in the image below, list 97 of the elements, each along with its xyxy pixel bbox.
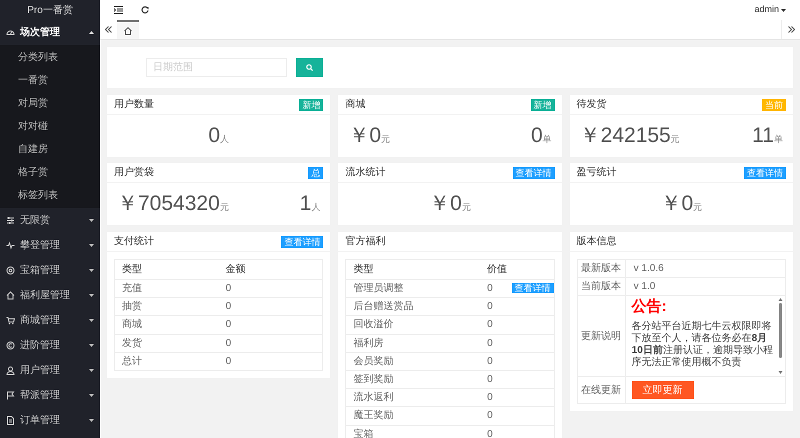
- sliders-icon: [6, 216, 15, 225]
- sidebar-submenu-item[interactable]: 对对碰: [0, 115, 100, 138]
- app-title: Pro一番赏: [26, 4, 74, 18]
- home-icon: [124, 26, 132, 34]
- user-menu[interactable]: admin: [754, 3, 786, 17]
- ring-icon: [6, 266, 15, 275]
- row-label: 当前版本: [577, 278, 626, 296]
- pulse-icon: [6, 241, 15, 250]
- table-cell: 会员奖励: [346, 352, 480, 370]
- column-header: 价值: [480, 260, 508, 280]
- column-header: 类型: [114, 260, 219, 280]
- table-cell: 0: [480, 352, 508, 370]
- search-icon: [306, 64, 313, 71]
- table-cell: 0: [480, 370, 508, 389]
- table-cell: 0: [480, 388, 508, 407]
- table-cell: 0: [218, 334, 323, 352]
- table-cell: 0: [480, 406, 508, 425]
- column-header: 金额: [218, 260, 323, 280]
- sidebar-submenu-item[interactable]: 自建房: [0, 138, 100, 161]
- card-title: 官方福利: [345, 234, 386, 249]
- table-cell: 0: [480, 316, 508, 334]
- card-title: 用户赏袋: [114, 166, 154, 180]
- sidebar-submenu-item[interactable]: 分类列表: [0, 46, 100, 69]
- row-label: 更新说明: [577, 296, 626, 376]
- table-cell: 管理员调整: [346, 280, 480, 298]
- row-label: 最新版本: [577, 260, 626, 278]
- table-cell: 0: [218, 298, 323, 316]
- home-tab[interactable]: [117, 20, 139, 39]
- table-cell: 回收溢价: [346, 316, 480, 334]
- table-cell: 总计: [114, 352, 219, 370]
- card-title: 版本信息: [576, 234, 617, 249]
- user-icon: [6, 366, 15, 375]
- sidebar-menu-item[interactable]: 无限赏: [0, 208, 100, 233]
- table-cell: 商城: [114, 316, 219, 334]
- sidebar-menu-item[interactable]: 宝箱管理: [0, 258, 100, 283]
- table-cell: 发货: [114, 334, 219, 352]
- copyright-icon: [6, 341, 15, 350]
- stat-value: ￥242155元: [580, 123, 680, 150]
- sidebar-menu-item[interactable]: 商城管理: [0, 308, 100, 333]
- gauge-icon: [6, 28, 15, 37]
- table-cell: 0: [218, 280, 323, 298]
- sidebar-submenu-item[interactable]: 格子赏: [0, 161, 100, 184]
- table-cell: 福利房: [346, 334, 480, 352]
- sidebar-submenu-item[interactable]: 对局赏: [0, 92, 100, 115]
- stat-value: 11单: [752, 123, 783, 150]
- flag-icon: [6, 391, 15, 400]
- table-cell: 0: [480, 298, 508, 316]
- cart-icon: [6, 316, 15, 325]
- sidebar-menu-item[interactable]: 帮派管理: [0, 383, 100, 408]
- scrollbar[interactable]: [778, 298, 783, 374]
- table-cell: 后台赠送赏品: [346, 298, 480, 316]
- card-title: 盈亏统计: [576, 166, 617, 180]
- sidebar-submenu-item[interactable]: 一番赏: [0, 69, 100, 92]
- table-cell: 签到奖励: [346, 370, 480, 389]
- table-cell: 0: [218, 352, 323, 370]
- card-title: 支付统计: [114, 234, 154, 249]
- version-value: v 1.0.6: [634, 263, 664, 274]
- card-title: 流水统计: [345, 166, 386, 180]
- table-cell: 0: [480, 280, 508, 298]
- double-left-icon: [105, 26, 112, 33]
- sidebar-menu-item[interactable]: 场次管理: [0, 20, 100, 45]
- stat-value: 0人: [208, 123, 229, 150]
- search-button[interactable]: [296, 58, 323, 77]
- table-cell: 魔王奖励: [346, 406, 480, 425]
- stat-value: ￥0元: [660, 191, 702, 218]
- document-icon: [6, 416, 15, 425]
- sidebar-menu-item[interactable]: 订单管理: [0, 408, 100, 433]
- sidebar-menu-item[interactable]: 用户管理: [0, 358, 100, 383]
- card-title: 待发货: [576, 98, 607, 112]
- card-title: 商城: [345, 98, 366, 112]
- notice-heading: 公告:: [632, 298, 668, 315]
- row-label: 在线更新: [577, 376, 626, 404]
- table-cell: 抽赏: [114, 298, 219, 316]
- stat-value: ￥7054320元: [117, 191, 229, 218]
- caret-icon: [781, 8, 786, 12]
- stat-value: 1人: [300, 191, 320, 218]
- stat-value: ￥0元: [348, 123, 390, 150]
- table-cell: 充值: [114, 280, 219, 298]
- sidebar-menu-item[interactable]: 进阶管理: [0, 333, 100, 358]
- table-cell: 宝箱: [346, 425, 480, 438]
- double-right-icon: [788, 26, 794, 33]
- table-cell: 0: [218, 316, 323, 334]
- sidebar-menu-item[interactable]: 攀登管理: [0, 233, 100, 258]
- table-cell: 0: [480, 334, 508, 352]
- column-header: 类型: [346, 260, 480, 280]
- house-icon: [6, 291, 15, 300]
- table-cell: 流水返利: [346, 388, 480, 407]
- refresh-icon[interactable]: [141, 6, 149, 14]
- sidebar-submenu-item[interactable]: 标签列表: [0, 184, 100, 207]
- sidebar-menu-item[interactable]: 福利屋管理: [0, 283, 100, 308]
- menu-icon[interactable]: [114, 6, 123, 14]
- stat-value: ￥0元: [429, 191, 471, 218]
- card-title: 用户数量: [114, 98, 154, 112]
- version-value: v 1.0: [634, 281, 656, 292]
- stat-value: 0单: [530, 123, 552, 150]
- notice-text: 各分站平台近期七牛云权限即将下放至个人，请各位务必在8月10日前注册认证，逾期导致小程序无法正常使用概不负责: [632, 321, 774, 369]
- table-cell: 0: [480, 425, 508, 438]
